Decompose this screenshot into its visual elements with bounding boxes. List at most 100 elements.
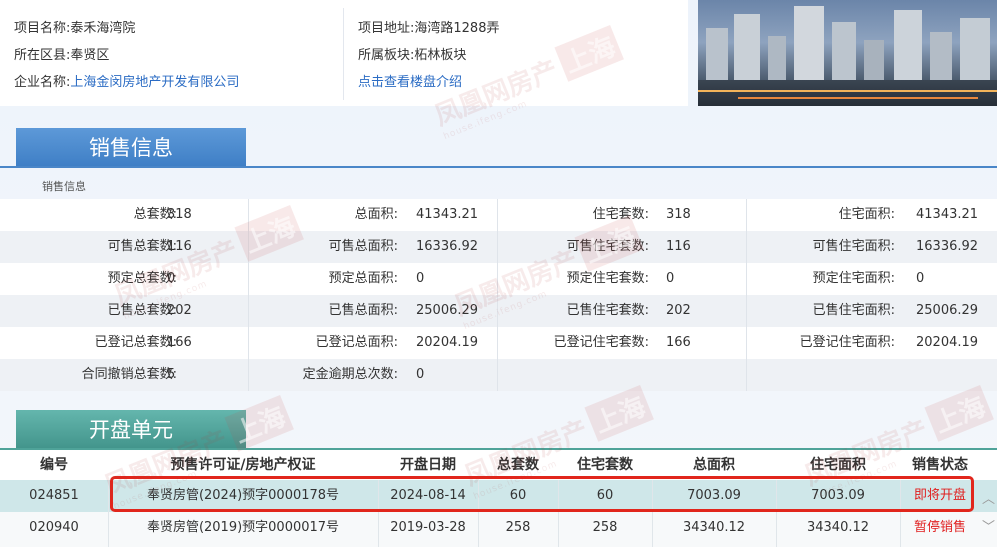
stat-label: 已登记住宅套数: bbox=[553, 335, 649, 350]
sales-tab-underline bbox=[0, 166, 997, 168]
intro-row: 点击查看楼盘介绍 bbox=[358, 71, 462, 90]
stats-column-divider bbox=[497, 199, 498, 391]
stat-value: 202 bbox=[666, 303, 691, 318]
stat-value: 41343.21 bbox=[916, 207, 979, 222]
stat-label: 已登记总面积: bbox=[315, 335, 398, 350]
stat-label: 总面积: bbox=[354, 207, 398, 222]
watermark-city: 上海 bbox=[924, 384, 994, 442]
stat-value: 41343.21 bbox=[416, 207, 479, 222]
company-link[interactable]: 上海金闵房地产开发有限公司 bbox=[70, 75, 239, 90]
unit-sales-status: 暂停销售 bbox=[913, 520, 966, 535]
row-divider bbox=[378, 512, 379, 547]
stat-value: 0 bbox=[666, 271, 675, 286]
stat-value: 166 bbox=[666, 335, 691, 350]
tab-open-units: 开盘单元 bbox=[16, 410, 246, 448]
address-value: 海湾路1288弄 bbox=[414, 21, 500, 36]
stat-label: 预定住宅套数: bbox=[566, 271, 649, 286]
stat-label: 住宅面积: bbox=[838, 207, 895, 222]
unit-permit: 奉贤房管(2019)预字0000017号 bbox=[146, 520, 340, 535]
row-divider bbox=[776, 512, 777, 547]
stats-row: 总套数: 318 总面积: 41343.21 住宅套数: 318 住宅面积: 4… bbox=[0, 199, 997, 231]
stat-value: 318 bbox=[167, 207, 192, 222]
chevron-down-icon[interactable]: ﹀ bbox=[982, 516, 995, 535]
info-divider bbox=[343, 8, 344, 100]
row-divider bbox=[558, 512, 559, 547]
project-photo bbox=[698, 0, 997, 106]
project-name-row: 项目名称:泰禾海湾院 bbox=[14, 17, 135, 36]
stats-row: 预定总套数: 0 预定总面积: 0 预定住宅套数: 0 预定住宅面积: 0 bbox=[0, 263, 997, 295]
stat-label: 已登记总套数: bbox=[94, 335, 177, 350]
tab-sales-info: 销售信息 bbox=[16, 128, 246, 166]
stat-value: 0 bbox=[167, 271, 176, 286]
company-label: 企业名称: bbox=[14, 75, 71, 90]
stat-label: 合同撤销总套数: bbox=[81, 367, 177, 382]
address-label: 项目地址: bbox=[358, 21, 415, 36]
address-row: 项目地址:海湾路1288弄 bbox=[358, 17, 499, 36]
stat-value: 5 bbox=[167, 367, 176, 382]
photo-light-trail bbox=[738, 97, 978, 99]
stat-value: 0 bbox=[416, 271, 425, 286]
unit-residential-count: 258 bbox=[592, 520, 618, 535]
stat-label: 可售住宅套数: bbox=[566, 239, 649, 254]
stat-value: 25006.29 bbox=[416, 303, 479, 318]
stat-value: 20204.19 bbox=[416, 335, 479, 350]
unit-total-count: 258 bbox=[505, 520, 531, 535]
unit-residential-area: 34340.12 bbox=[806, 520, 870, 535]
chevron-up-icon[interactable]: ︿ bbox=[982, 488, 995, 507]
stat-label: 可售总面积: bbox=[328, 239, 398, 254]
block-value: 柘林板块 bbox=[414, 48, 467, 63]
stat-value: 0 bbox=[916, 271, 925, 286]
selected-row-highlight bbox=[110, 476, 974, 512]
row-divider bbox=[478, 512, 479, 547]
stats-row: 已售总套数: 202 已售总面积: 25006.29 已售住宅套数: 202 已… bbox=[0, 295, 997, 327]
block-label: 所属板块: bbox=[358, 48, 415, 63]
row-divider bbox=[900, 512, 901, 547]
stat-value: 0 bbox=[416, 367, 425, 382]
stat-label: 已售总面积: bbox=[328, 303, 398, 318]
stat-value: 116 bbox=[666, 239, 691, 254]
stat-label: 预定住宅面积: bbox=[812, 271, 895, 286]
stats-column-divider bbox=[746, 199, 747, 391]
stat-value: 116 bbox=[167, 239, 192, 254]
district-value: 奉贤区 bbox=[70, 48, 110, 63]
unit-id: 020940 bbox=[29, 520, 79, 535]
sales-sub-label: 销售信息 bbox=[42, 180, 86, 193]
project-info-panel: 项目名称:泰禾海湾院 所在区县:奉贤区 企业名称:上海金闵房地产开发有限公司 项… bbox=[0, 0, 688, 106]
stat-label: 已售住宅面积: bbox=[812, 303, 895, 318]
unit-id: 024851 bbox=[29, 488, 79, 503]
stat-value: 318 bbox=[666, 207, 691, 222]
stat-label: 定金逾期总次数: bbox=[302, 367, 398, 382]
stat-value: 166 bbox=[167, 335, 192, 350]
block-row: 所属板块:柘林板块 bbox=[358, 44, 466, 63]
stat-label: 住宅套数: bbox=[592, 207, 649, 222]
stats-row: 已登记总套数: 166 已登记总面积: 20204.19 已登记住宅套数: 16… bbox=[0, 327, 997, 359]
district-label: 所在区县: bbox=[14, 48, 71, 63]
photo-light-trail bbox=[698, 90, 997, 92]
stat-label: 可售住宅面积: bbox=[812, 239, 895, 254]
stat-value: 16336.92 bbox=[416, 239, 479, 254]
table-row[interactable]: 020940 奉贤房管(2019)预字0000017号 2019-03-28 2… bbox=[0, 512, 997, 547]
stat-label: 预定总面积: bbox=[328, 271, 398, 286]
watermark-city: 上海 bbox=[584, 384, 654, 442]
stat-value: 20204.19 bbox=[916, 335, 979, 350]
stat-value: 202 bbox=[167, 303, 192, 318]
stat-value: 25006.29 bbox=[916, 303, 979, 318]
stat-label: 已售住宅套数: bbox=[566, 303, 649, 318]
row-divider bbox=[108, 480, 109, 512]
stat-value: 16336.92 bbox=[916, 239, 979, 254]
row-divider bbox=[652, 512, 653, 547]
col-header-id: 编号 bbox=[40, 457, 68, 473]
project-name-value: 泰禾海湾院 bbox=[70, 21, 136, 36]
company-row: 企业名称:上海金闵房地产开发有限公司 bbox=[14, 71, 239, 90]
stats-column-divider bbox=[248, 199, 249, 391]
project-name-label: 项目名称: bbox=[14, 21, 71, 36]
stat-label: 已登记住宅面积: bbox=[799, 335, 895, 350]
intro-link[interactable]: 点击查看楼盘介绍 bbox=[358, 75, 462, 90]
district-row: 所在区县:奉贤区 bbox=[14, 44, 109, 63]
stats-row: 合同撤销总套数: 5 定金逾期总次数: 0 bbox=[0, 359, 997, 391]
unit-open-date: 2019-03-28 bbox=[390, 520, 466, 535]
row-divider bbox=[108, 512, 109, 547]
unit-total-area: 34340.12 bbox=[682, 520, 746, 535]
stats-row: 可售总套数: 116 可售总面积: 16336.92 可售住宅套数: 116 可… bbox=[0, 231, 997, 263]
photo-road bbox=[698, 80, 997, 106]
